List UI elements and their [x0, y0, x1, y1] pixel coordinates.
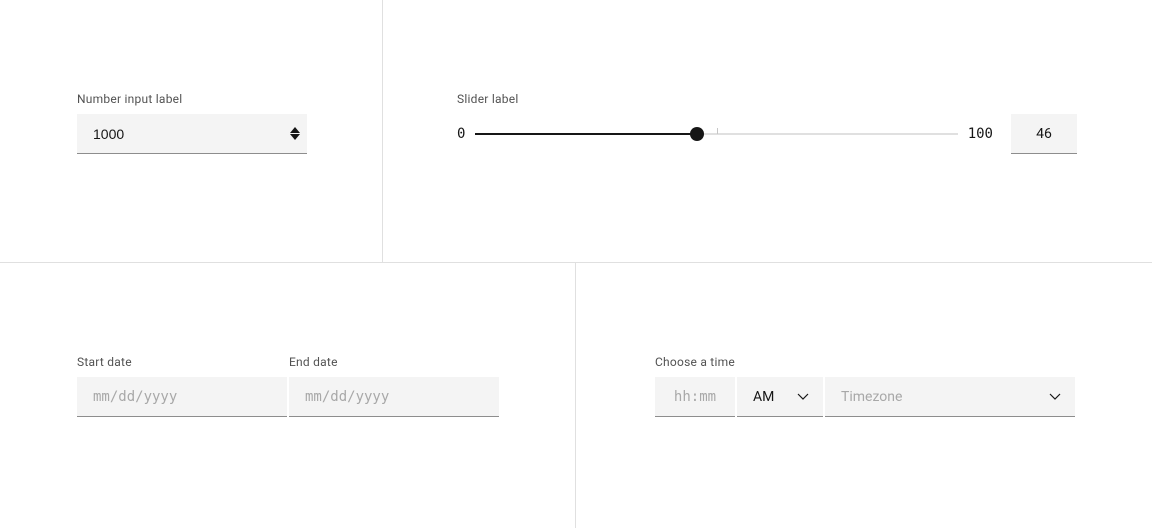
start-date-label: Start date	[77, 355, 287, 369]
ampm-value: AM	[753, 389, 774, 405]
slider-min-label: 0	[457, 126, 465, 142]
timezone-placeholder: Timezone	[841, 389, 902, 405]
number-input[interactable]	[77, 114, 290, 153]
end-date-input[interactable]	[305, 389, 484, 405]
slider-thumb[interactable]	[690, 127, 704, 141]
slider-track[interactable]	[475, 122, 957, 146]
caret-down-icon[interactable]	[290, 134, 300, 140]
number-input-wrap	[77, 114, 307, 154]
time-input[interactable]	[671, 389, 719, 405]
time-label: Choose a time	[655, 355, 1075, 369]
chevron-down-icon	[797, 393, 809, 400]
ampm-select[interactable]: AM	[737, 377, 823, 417]
slider-max-label: 100	[968, 126, 993, 142]
timezone-select[interactable]: Timezone	[825, 377, 1075, 417]
caret-up-icon[interactable]	[290, 127, 300, 133]
slider-label: Slider label	[457, 92, 1077, 106]
start-date-input[interactable]	[93, 389, 272, 405]
chevron-down-icon	[1049, 393, 1061, 400]
end-date-label: End date	[289, 355, 499, 369]
number-stepper-group	[290, 127, 312, 140]
slider-value-input[interactable]: 46	[1011, 114, 1077, 154]
number-input-label: Number input label	[77, 92, 305, 106]
